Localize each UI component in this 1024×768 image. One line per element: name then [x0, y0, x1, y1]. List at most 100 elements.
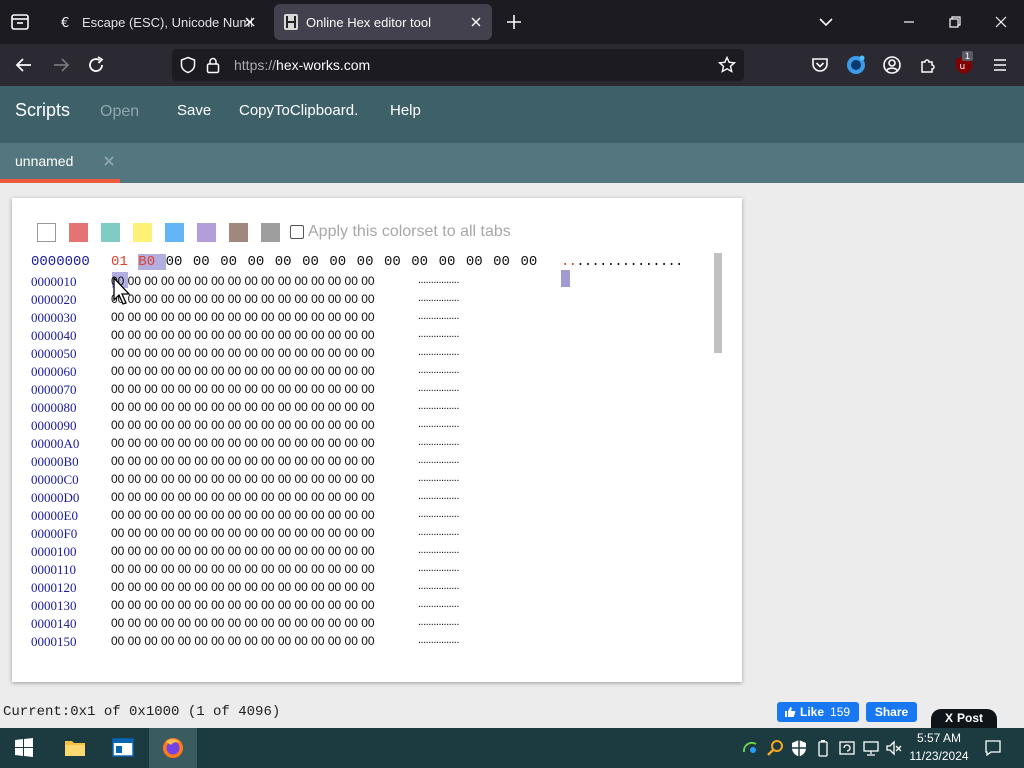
byte-cell[interactable]: 00 — [439, 254, 466, 270]
row-ascii[interactable]: ................ — [418, 490, 459, 502]
row-ascii[interactable]: ................ — [418, 274, 459, 286]
clock-time[interactable]: 5:57 AM — [909, 731, 969, 745]
swatch-red[interactable] — [69, 223, 88, 242]
firefox-view-icon[interactable] — [8, 10, 32, 34]
byte-cell[interactable]: 00 — [384, 254, 411, 270]
row-ascii[interactable]: ................ — [418, 544, 459, 556]
notifications-icon[interactable] — [983, 738, 1003, 758]
row-ascii[interactable]: ................ — [418, 634, 459, 646]
swatch-blue[interactable] — [165, 223, 184, 242]
facebook-like-button[interactable]: Like 159 — [777, 702, 859, 722]
row-bytes[interactable]: 00 00 00 00 00 00 00 00 00 00 00 00 00 0… — [111, 580, 375, 594]
row-ascii[interactable]: ................ — [418, 418, 459, 430]
byte-cell[interactable]: 00 — [357, 254, 384, 270]
browser-tab-hex-editor[interactable]: Online Hex editor tool — [274, 4, 492, 40]
app-title-scripts[interactable]: Scripts — [15, 100, 70, 121]
row-bytes[interactable]: 00 00 00 00 00 00 00 00 00 00 00 00 00 0… — [111, 418, 375, 432]
swatch-teal[interactable] — [101, 223, 120, 242]
app-window-icon[interactable] — [99, 728, 147, 768]
row-ascii[interactable]: ................ — [418, 346, 459, 358]
ublock-extension-icon[interactable]: u 1 — [953, 51, 975, 76]
lock-icon[interactable] — [205, 56, 221, 74]
row-ascii[interactable]: ................ — [418, 364, 459, 376]
row-bytes[interactable]: 00 00 00 00 00 00 00 00 00 00 00 00 00 0… — [111, 382, 375, 396]
tracking-protection-shield-icon[interactable] — [179, 56, 197, 74]
reload-icon[interactable] — [85, 54, 107, 76]
speaker-muted-icon[interactable] — [885, 738, 903, 758]
close-doc-tab-icon[interactable] — [102, 154, 116, 168]
row-ascii[interactable]: ................ — [418, 616, 459, 628]
row-bytes[interactable]: 00 00 00 00 00 00 00 00 00 00 00 00 00 0… — [111, 346, 375, 360]
extensions-puzzle-icon[interactable] — [917, 54, 939, 76]
row-ascii[interactable]: ................ — [418, 580, 459, 592]
row-bytes[interactable]: 00 00 00 00 00 00 00 00 00 00 00 00 00 0… — [111, 472, 375, 486]
pocket-icon[interactable] — [809, 54, 831, 76]
row-bytes[interactable]: 00 00 00 00 00 00 00 00 00 00 00 00 00 0… — [111, 454, 375, 468]
row-ascii[interactable]: ................ — [418, 526, 459, 538]
byte-cell[interactable]: 00 — [247, 254, 274, 270]
firefox-icon[interactable] — [149, 728, 197, 768]
battery-icon[interactable] — [814, 738, 832, 758]
browser-tab-escape-unicode[interactable]: € Escape (ESC), Unicode Number — [48, 4, 266, 40]
close-tab-icon[interactable] — [242, 14, 258, 30]
row-ascii[interactable]: ................ — [418, 436, 459, 448]
byte-cell[interactable]: 00 — [220, 254, 247, 270]
byte-cell[interactable]: 00 — [302, 254, 329, 270]
swatch-white[interactable] — [37, 223, 56, 242]
network-status-icon[interactable] — [741, 738, 759, 758]
x-post-button[interactable]: X Post — [931, 709, 997, 728]
close-tab-icon[interactable] — [468, 14, 484, 30]
row-bytes[interactable]: 00 00 00 00 00 00 00 00 00 00 00 00 00 0… — [111, 274, 375, 288]
search-tray-icon[interactable] — [766, 738, 784, 758]
display-network-icon[interactable] — [862, 738, 880, 758]
account-icon[interactable] — [881, 54, 903, 76]
minimize-icon[interactable] — [899, 12, 919, 32]
file-explorer-icon[interactable] — [51, 728, 99, 768]
byte-cell[interactable]: 00 — [166, 254, 193, 270]
facebook-share-button[interactable]: Share — [866, 702, 917, 722]
row-bytes[interactable]: 00 00 00 00 00 00 00 00 00 00 00 00 00 0… — [111, 328, 375, 342]
row-ascii[interactable]: ................ — [418, 382, 459, 394]
row-ascii[interactable]: ................ — [418, 598, 459, 610]
forward-arrow-icon[interactable] — [50, 54, 72, 76]
row-bytes[interactable]: 00 00 00 00 00 00 00 00 00 00 00 00 00 0… — [111, 634, 375, 648]
restore-icon[interactable] — [945, 12, 965, 32]
row-ascii[interactable]: ................ — [418, 562, 459, 574]
save-menu[interactable]: Save — [177, 102, 211, 119]
row-ascii[interactable]: ................ — [418, 400, 459, 412]
byte-cell[interactable]: B0 — [138, 254, 166, 270]
help-menu[interactable]: Help — [390, 102, 421, 119]
byte-cell[interactable]: 01 — [111, 254, 138, 270]
url-text[interactable]: https://hex-works.com — [234, 57, 370, 73]
url-bar[interactable]: https://hex-works.com — [172, 49, 744, 81]
byte-cell[interactable]: 00 — [275, 254, 302, 270]
apply-colorset-checkbox[interactable] — [290, 225, 304, 239]
doc-tab-unnamed[interactable]: unnamed — [0, 143, 120, 183]
row-ascii[interactable]: ................ — [418, 328, 459, 340]
clock-date[interactable]: 11/23/2024 — [905, 749, 973, 763]
byte-cell[interactable]: 00 — [193, 254, 220, 270]
update-icon[interactable] — [838, 738, 856, 758]
row-bytes[interactable]: 01 B0 00 00 00 00 00 00 00 00 00 00 00 00 00 00 — [111, 254, 548, 270]
hamburger-menu-icon[interactable] — [989, 54, 1011, 76]
row-ascii[interactable]: ................ — [418, 454, 459, 466]
byte-cell[interactable]: 00 — [520, 254, 547, 270]
byte-cell[interactable]: 00 — [329, 254, 356, 270]
row-bytes[interactable]: 00 00 00 00 00 00 00 00 00 00 00 00 00 0… — [111, 436, 375, 450]
row-bytes[interactable]: 00 00 00 00 00 00 00 00 00 00 00 00 00 0… — [111, 508, 375, 522]
row-ascii[interactable]: ................ — [418, 292, 459, 304]
close-window-icon[interactable] — [991, 12, 1011, 32]
byte-cell[interactable]: 00 — [493, 254, 520, 270]
row-bytes[interactable]: 00 00 00 00 00 00 00 00 00 00 00 00 00 0… — [111, 544, 375, 558]
swatch-yellow[interactable] — [133, 223, 152, 242]
row-bytes[interactable]: 00 00 00 00 00 00 00 00 00 00 00 00 00 0… — [111, 526, 375, 540]
row-bytes[interactable]: 00 00 00 00 00 00 00 00 00 00 00 00 00 0… — [111, 616, 375, 630]
security-shield-icon[interactable] — [790, 738, 808, 758]
row-bytes[interactable]: 00 00 00 00 00 00 00 00 00 00 00 00 00 0… — [111, 400, 375, 414]
copy-to-clipboard-menu[interactable]: CopyToClipboard. — [239, 102, 358, 119]
swatch-gray[interactable] — [261, 223, 280, 242]
bookmark-star-icon[interactable] — [718, 56, 736, 74]
row-ascii[interactable]: ................ — [561, 254, 683, 270]
row-ascii[interactable]: ................ — [418, 472, 459, 484]
vpn-extension-icon[interactable] — [845, 54, 867, 76]
